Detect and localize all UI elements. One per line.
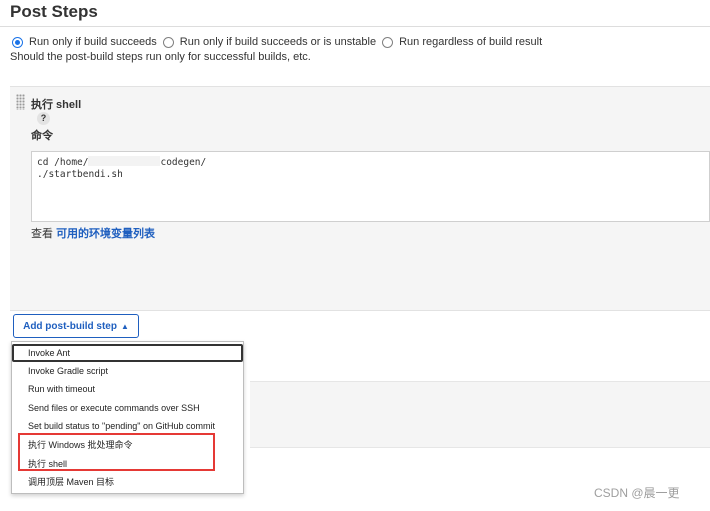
- menu-item-execute-shell[interactable]: 执行 shell: [12, 455, 243, 473]
- radio-unchecked-icon[interactable]: [162, 36, 174, 48]
- menu-item-windows-batch[interactable]: 执行 Windows 批处理命令: [12, 436, 243, 454]
- menu-item-github-status[interactable]: Set build status to "pending" on GitHub …: [12, 417, 243, 435]
- menu-item-invoke-ant[interactable]: Invoke Ant: [12, 344, 243, 362]
- watermark: CSDN @晨一更: [594, 486, 680, 500]
- command-text: ./startbendi.sh: [37, 169, 123, 180]
- menu-item-invoke-gradle[interactable]: Invoke Gradle script: [12, 362, 243, 380]
- radio-run-if-succeeds[interactable]: Run only if build succeeds: [12, 36, 157, 48]
- add-button-label: Add post-build step: [23, 320, 117, 332]
- help-icon[interactable]: ?: [37, 112, 50, 125]
- radio-checked-icon[interactable]: [12, 36, 23, 48]
- command-text: codegen/: [160, 157, 207, 168]
- command-label: 命令: [31, 130, 53, 142]
- step-title: 执行 shell: [31, 99, 82, 111]
- command-textarea[interactable]: cd /home/codegen/ ./startbendi.sh: [31, 151, 710, 222]
- menu-item-maven-target[interactable]: 调用顶层 Maven 目标: [12, 473, 243, 491]
- redacted-mask: [88, 156, 161, 166]
- radio-label: Run only if build succeeds: [29, 36, 157, 48]
- command-text: cd /home/: [37, 157, 89, 168]
- menu-item-run-with-timeout[interactable]: Run with timeout: [12, 380, 243, 398]
- env-vars-link[interactable]: 可用的环境变量列表: [56, 228, 155, 240]
- radio-run-regardless[interactable]: Run regardless of build result: [382, 36, 542, 48]
- radio-unchecked-icon[interactable]: [382, 36, 394, 48]
- drag-handle-icon[interactable]: [16, 94, 25, 110]
- radio-description: Should the post-build steps run only for…: [10, 51, 311, 63]
- post-build-step-menu: Invoke Ant Invoke Gradle script Run with…: [11, 341, 244, 494]
- section-title: Post Steps: [10, 2, 98, 21]
- run-condition-radio-group: Run only if build succeeds Run only if b…: [12, 34, 548, 50]
- background-section: [250, 381, 710, 448]
- env-vars-hint: 查看 可用的环境变量列表: [31, 225, 155, 241]
- radio-label: Run regardless of build result: [399, 36, 543, 48]
- radio-run-if-succeeds-or-unstable[interactable]: Run only if build succeeds or is unstabl…: [162, 36, 377, 48]
- radio-label: Run only if build succeeds or is unstabl…: [179, 36, 377, 48]
- add-post-build-step-button[interactable]: Add post-build step ▲: [13, 314, 139, 338]
- caret-up-icon: ▲: [120, 321, 129, 331]
- menu-item-ssh[interactable]: Send files or execute commands over SSH: [12, 399, 243, 417]
- env-vars-prefix: 查看: [31, 228, 57, 240]
- title-divider: [0, 26, 710, 27]
- shell-step-panel: 执行 shell ? 命令 cd /home/codegen/ ./startb…: [10, 86, 710, 311]
